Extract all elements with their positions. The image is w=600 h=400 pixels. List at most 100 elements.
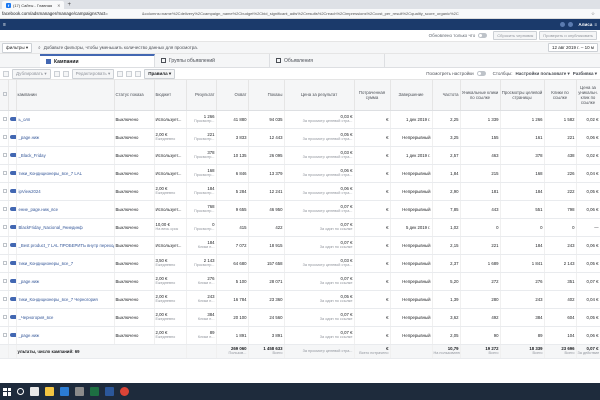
table-row[interactable]: _Black_Friday Выключено Использует... 378 Пр…	[0, 146, 600, 165]
campaign-name[interactable]: _page.ниж	[16, 128, 115, 147]
col-header-frequency[interactable]: Частота	[432, 80, 461, 111]
row-checkbox[interactable]	[2, 332, 7, 337]
user-name[interactable]: Алиса	[578, 22, 592, 27]
campaign-toggle[interactable]	[9, 188, 15, 193]
tag-icon[interactable]	[126, 70, 133, 77]
store-icon[interactable]	[75, 387, 84, 396]
col-header-cost-per-click[interactable]: Цена за уникальн. клик по ссылке	[576, 80, 600, 111]
review-publish-button[interactable]: Проверить и опубликовать	[539, 31, 597, 40]
row-checkbox[interactable]	[2, 170, 7, 175]
tab-adsets[interactable]: Группы объявлений	[155, 54, 270, 67]
campaign-toggle[interactable]	[9, 332, 15, 337]
budget[interactable]: 2,00 € Ежедневно	[154, 182, 187, 201]
budget[interactable]: Использует...	[154, 236, 187, 255]
new-tab-button[interactable]: +	[64, 1, 74, 9]
campaign-toggle[interactable]	[9, 296, 15, 301]
browser-tab[interactable]: f (17) Сайты - Главная ✕	[2, 1, 65, 9]
row-checkbox[interactable]	[2, 224, 7, 229]
col-header-name[interactable]: кампании	[16, 80, 115, 111]
discard-draft-button[interactable]: Сбросить черновик	[493, 31, 538, 40]
campaign-toggle[interactable]	[9, 278, 15, 283]
campaign-name[interactable]: _page.ниж	[16, 272, 115, 291]
col-header-spent[interactable]: Потраченная сумма	[354, 80, 391, 111]
edge-browser-icon[interactable]	[60, 387, 69, 396]
col-header-cpr[interactable]: Цена за результат	[284, 80, 355, 111]
campaign-name[interactable]: ь_олп	[16, 110, 115, 129]
columns-dropdown[interactable]: Настройки пользовате ▾	[516, 71, 570, 77]
file-explorer-icon[interactable]	[45, 387, 54, 396]
campaign-toggle[interactable]	[9, 206, 15, 211]
excel-icon[interactable]	[90, 387, 99, 396]
col-header-status[interactable]: Статус показа	[114, 80, 155, 111]
col-header-landing-views[interactable]: Просмотры целевой страницы	[500, 80, 545, 111]
row-checkbox[interactable]	[2, 296, 7, 301]
budget[interactable]: 2,00 € Ежедневно	[154, 326, 187, 345]
windows-start-icon[interactable]	[3, 387, 11, 396]
notifications-icon[interactable]	[568, 22, 574, 27]
chrome-icon[interactable]	[120, 387, 129, 396]
help-icon[interactable]	[560, 22, 566, 27]
ab-test-icon[interactable]	[62, 70, 69, 77]
table-row[interactable]: тики_Кондиционеры_все_7 Черногория Выключ…	[0, 290, 600, 309]
campaign-toggle[interactable]	[9, 242, 15, 247]
col-header-reach[interactable]: Охват	[216, 80, 249, 111]
address-bar[interactable]: facebook.com/adsmanager/manage/campaigns…	[0, 9, 600, 19]
tab-ads[interactable]: Объявления	[270, 54, 385, 67]
campaign-toggle[interactable]	[9, 260, 15, 265]
table-row[interactable]: ipView2024 Выключено 2,00 € Ежедневно 184 Про…	[0, 182, 600, 201]
col-header-budget[interactable]: Бюджет	[154, 80, 187, 111]
task-search-icon[interactable]	[17, 388, 24, 395]
campaign-toggle[interactable]	[9, 170, 15, 175]
table-row[interactable]: _page.ниж Выключено 2,00 € Ежедневно 221 Прос…	[0, 128, 600, 147]
campaign-toggle[interactable]	[9, 152, 15, 157]
table-row[interactable]: ение_page.ниж_все Выключено Использует... 7…	[0, 200, 600, 219]
col-header-results[interactable]: Результат	[186, 80, 217, 111]
campaign-name[interactable]: ipView2024	[16, 182, 115, 201]
campaign-name[interactable]: тики_Кондиционеры_все_7	[16, 254, 115, 273]
row-checkbox[interactable]	[2, 116, 7, 121]
table-row[interactable]: тики_Кондиционеры_все_7 LAL Выключено Испо…	[0, 164, 600, 183]
filter-search[interactable]: ⌕ Добавьте фильтры, чтобы уменьшить коли…	[38, 45, 548, 50]
rules-button[interactable]: Правила ▾	[144, 68, 176, 79]
campaign-name[interactable]: _page.ниж	[16, 326, 115, 345]
more-icon[interactable]	[135, 70, 142, 77]
campaign-name[interactable]: BlackFriday_Nacional_#ниединф	[16, 218, 115, 237]
date-range-picker[interactable]: 12 авг 2019 г. – 10 м	[548, 43, 598, 52]
word-icon[interactable]	[105, 387, 114, 396]
table-row[interactable]: BlackFriday_Nacional_#ниединф Выключено 10…	[0, 218, 600, 237]
budget[interactable]: Использует...	[154, 146, 187, 165]
duplicate-button[interactable]: Дублировать ▾	[12, 68, 51, 79]
row-checkbox[interactable]	[2, 242, 7, 247]
budget[interactable]: 3,50 € Ежедневно	[154, 254, 187, 273]
budget[interactable]: 2,00 € Ежедневно	[154, 272, 187, 291]
row-checkbox[interactable]	[2, 260, 7, 265]
campaign-name[interactable]: тики_Кондиционеры_все_7 LAL	[16, 164, 115, 183]
breakdown-dropdown[interactable]: Разбивка ▾	[573, 71, 597, 77]
close-tab-icon[interactable]: ✕	[57, 3, 60, 8]
budget[interactable]: 2,00 € Ежедневно	[154, 308, 187, 327]
table-row[interactable]: ь_олп Выключено Использует... 1 266 Просмотр…	[0, 110, 600, 129]
row-checkbox[interactable]	[2, 152, 7, 157]
budget[interactable]: 10,00 € На весь срок	[154, 218, 187, 237]
table-row[interactable]: _page.ниж Выключено 2,00 € Ежедневно 89 Клики…	[0, 326, 600, 345]
budget[interactable]: Использует...	[154, 164, 187, 183]
tab-campaigns[interactable]: Кампании	[40, 54, 155, 67]
row-checkbox[interactable]	[2, 278, 7, 283]
menu-icon[interactable]: ≡	[3, 22, 6, 28]
task-view-icon[interactable]	[30, 387, 39, 396]
campaign-name[interactable]: ение_page.ниж_все	[16, 200, 115, 219]
campaign-toggle[interactable]	[9, 134, 15, 139]
edit-button[interactable]: Редактировать ▾	[71, 68, 115, 79]
table-row[interactable]: тики_Кондиционеры_все_7 Выключено 3,50 € Еж…	[0, 254, 600, 273]
campaign-toggle[interactable]	[9, 116, 15, 121]
budget[interactable]: 2,00 € Ежедневно	[154, 290, 187, 309]
star-icon[interactable]: ☆	[588, 11, 598, 17]
table-row[interactable]: _Черногория_все Выключено 2,00 € Ежедневно 3…	[0, 308, 600, 327]
filters-dropdown[interactable]: фильтры ▾	[2, 42, 33, 53]
user-menu-icon[interactable]: ≡	[594, 22, 597, 27]
campaign-toggle[interactable]	[9, 224, 15, 229]
undo-icon[interactable]	[117, 70, 124, 77]
col-header-unique-clicks[interactable]: Уникальные клики по ссылке	[460, 80, 501, 111]
row-checkbox[interactable]	[2, 134, 7, 139]
row-checkbox[interactable]	[2, 188, 7, 193]
